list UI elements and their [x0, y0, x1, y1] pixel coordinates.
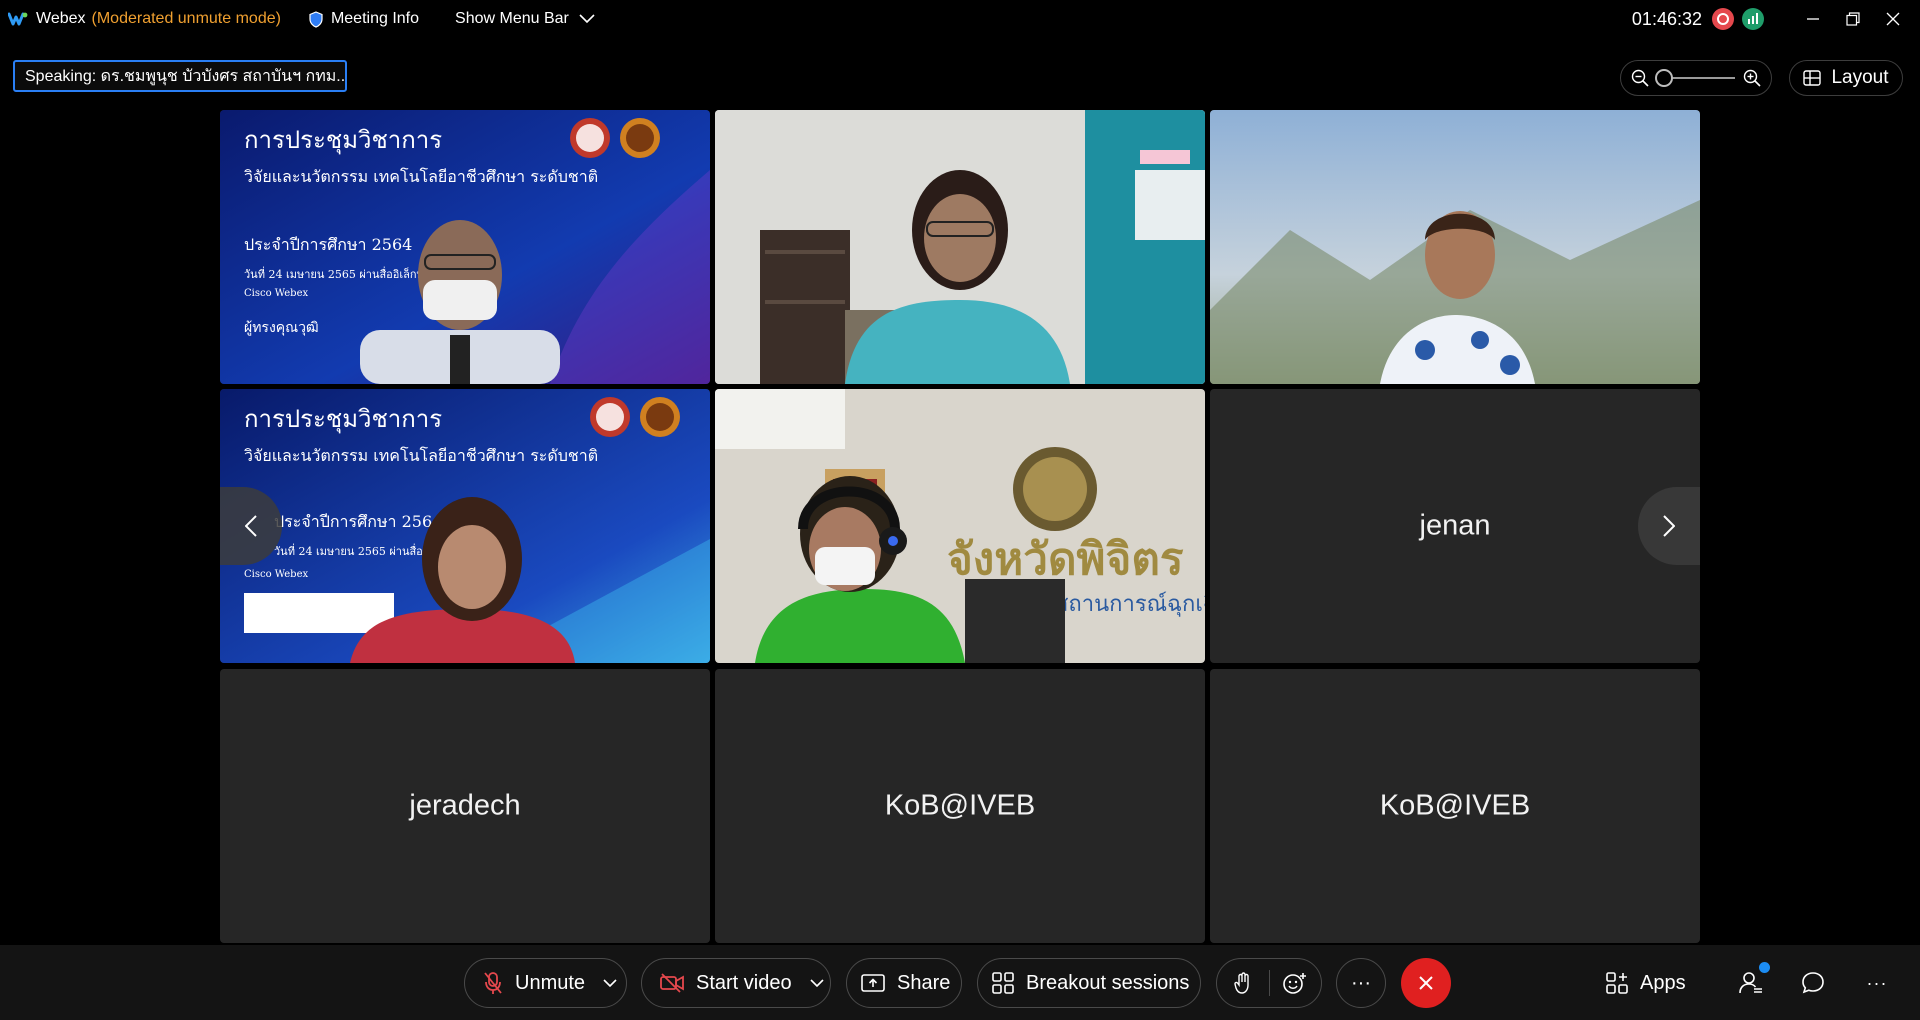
- muted-microphone-icon: [484, 972, 502, 994]
- meeting-info-button[interactable]: Meeting Info: [309, 10, 419, 28]
- wall-sign-sub: สถานการณ์ฉุกเฉิน: [1055, 591, 1205, 617]
- apps-button[interactable]: Apps: [1606, 958, 1686, 1008]
- participant-name: jeradech: [409, 789, 521, 822]
- add-reaction-icon: [1283, 973, 1307, 994]
- slide-title: การประชุมวิชาการ: [244, 126, 442, 155]
- zoom-in-icon[interactable]: [1743, 69, 1761, 87]
- video-tile-kob-iveb-2[interactable]: KoB@IVEB: [1210, 669, 1700, 943]
- participant-video: การประชุมวิชาการ วิจัยและนวัตกรรม เทคโนโ…: [220, 110, 710, 384]
- show-menu-bar-label: Show Menu Bar: [455, 10, 569, 27]
- video-tile-participant-3[interactable]: [1210, 110, 1700, 384]
- video-tile-jeradech[interactable]: jeradech: [220, 669, 710, 943]
- meeting-timer: 01:46:32: [1631, 8, 1702, 29]
- share-label: Share: [897, 971, 951, 994]
- wall-sign-main: จังหวัดพิจิตร: [947, 535, 1184, 584]
- restore-button[interactable]: [1834, 2, 1872, 36]
- meeting-controls-bar: Unmute Start video Share Breakout sessio: [0, 945, 1920, 1020]
- overflow-menu-button[interactable]: ···: [1856, 962, 1898, 1004]
- reactions-button[interactable]: [1269, 959, 1321, 1007]
- more-options-icon: ···: [1351, 971, 1371, 994]
- zoom-slider-handle[interactable]: [1655, 69, 1673, 87]
- chevron-down-icon[interactable]: [810, 979, 824, 987]
- video-tile-jenan[interactable]: jenan: [1210, 389, 1700, 663]
- recording-icon[interactable]: [1712, 8, 1734, 30]
- participants-icon: [1739, 972, 1762, 994]
- breakout-sessions-button[interactable]: Breakout sessions: [977, 958, 1201, 1008]
- slide-platform: Cisco Webex: [244, 288, 308, 299]
- slide-platform: Cisco Webex: [244, 569, 308, 580]
- close-icon: [1886, 12, 1900, 26]
- participant-video: [1210, 110, 1700, 384]
- slide-subtitle: วิจัยและนวัตกรรม เทคโนโลยีอาชีวศึกษา ระด…: [244, 167, 598, 186]
- leave-meeting-button[interactable]: [1401, 958, 1451, 1008]
- show-menu-bar-button[interactable]: Show Menu Bar: [455, 10, 595, 28]
- title-bar: Webex (Moderated unmute mode) Meeting In…: [0, 0, 1920, 38]
- video-tile-participant-2[interactable]: [715, 110, 1205, 384]
- participant-video: จังหวัดพิจิตร สถานการณ์ฉุกเฉิน: [715, 389, 1205, 663]
- slide-year: ประจำปีการศึกษา 2564: [274, 512, 442, 531]
- start-video-button[interactable]: Start video: [641, 958, 831, 1008]
- meeting-info-label: Meeting Info: [330, 10, 420, 27]
- slide-subtitle: วิจัยและนวัตกรรม เทคโนโลยีอาชีวศึกษา ระด…: [244, 446, 598, 465]
- slide-guest: ผู้ทรงคุณวุฒิ: [244, 320, 319, 336]
- active-speaker-indicator[interactable]: Speaking: ดร.ชมพูนุช บัวบังศร สถาบันฯ กท…: [13, 60, 347, 92]
- zoom-slider-track[interactable]: [1655, 69, 1735, 87]
- close-window-button[interactable]: [1874, 2, 1912, 36]
- apps-icon: [1606, 972, 1628, 994]
- share-button[interactable]: Share: [846, 958, 962, 1008]
- chevron-down-icon[interactable]: [603, 979, 617, 987]
- video-tile-kob-iveb-1[interactable]: KoB@IVEB: [715, 669, 1205, 943]
- raise-hand-button[interactable]: [1217, 959, 1269, 1007]
- layout-label: Layout: [1831, 67, 1889, 88]
- start-video-label: Start video: [696, 971, 792, 994]
- participant-name: jenan: [1419, 509, 1491, 542]
- participant-video: การประชุมวิชาการ วิจัยและนวัตกรรม เทคโนโ…: [220, 389, 710, 663]
- restore-icon: [1846, 12, 1860, 26]
- video-tile-participant-5[interactable]: จังหวัดพิจิตร สถานการณ์ฉุกเฉิน: [715, 389, 1205, 663]
- share-screen-icon: [861, 974, 885, 992]
- more-options-button[interactable]: ···: [1336, 958, 1386, 1008]
- raise-hand-reactions-group: [1216, 958, 1322, 1008]
- minimize-icon: [1807, 18, 1819, 20]
- active-speaker-text: Speaking: ดร.ชมพูนุช บัวบังศร สถาบันฯ กท…: [25, 67, 346, 85]
- chevron-left-icon: [245, 515, 257, 537]
- zoom-out-icon[interactable]: [1631, 69, 1649, 87]
- participant-name: KoB@IVEB: [1379, 789, 1531, 822]
- slide-year: ประจำปีการศึกษา 2564: [244, 235, 412, 254]
- overflow-menu-icon: ···: [1866, 972, 1888, 993]
- unmute-mode-label: (Moderated unmute mode): [91, 10, 281, 27]
- breakout-sessions-label: Breakout sessions: [1026, 971, 1190, 994]
- video-zoom-control: [1620, 60, 1772, 96]
- grid-layout-icon: [1803, 70, 1822, 86]
- chevron-right-icon: [1663, 515, 1675, 537]
- raise-hand-icon: [1234, 972, 1249, 994]
- unmute-button[interactable]: Unmute: [464, 958, 627, 1008]
- breakout-rooms-icon: [992, 972, 1014, 994]
- layout-button[interactable]: Layout: [1789, 60, 1903, 96]
- chat-button[interactable]: [1792, 962, 1834, 1004]
- app-name: Webex: [36, 10, 86, 27]
- video-tile-speaker-slide[interactable]: การประชุมวิชาการ วิจัยและนวัตกรรม เทคโนโ…: [220, 110, 710, 384]
- apps-label: Apps: [1640, 971, 1686, 994]
- participant-video: [715, 110, 1205, 384]
- participants-button[interactable]: [1730, 962, 1772, 1004]
- network-stats-icon[interactable]: [1742, 8, 1764, 30]
- chat-bubble-icon: [1802, 972, 1824, 994]
- notification-badge: [1759, 962, 1770, 973]
- video-off-icon: [660, 973, 684, 993]
- chevron-down-icon: [579, 14, 595, 24]
- participant-name: KoB@IVEB: [884, 789, 1036, 822]
- slide-title: การประชุมวิชาการ: [244, 405, 442, 434]
- webex-logo-icon: [8, 12, 28, 26]
- video-tile-speaker-slide-2[interactable]: การประชุมวิชาการ วิจัยและนวัตกรรม เทคโนโ…: [220, 389, 710, 663]
- unmute-label: Unmute: [515, 971, 586, 994]
- shield-icon: [309, 10, 323, 28]
- minimize-button[interactable]: [1794, 2, 1832, 36]
- close-icon: [1419, 976, 1433, 990]
